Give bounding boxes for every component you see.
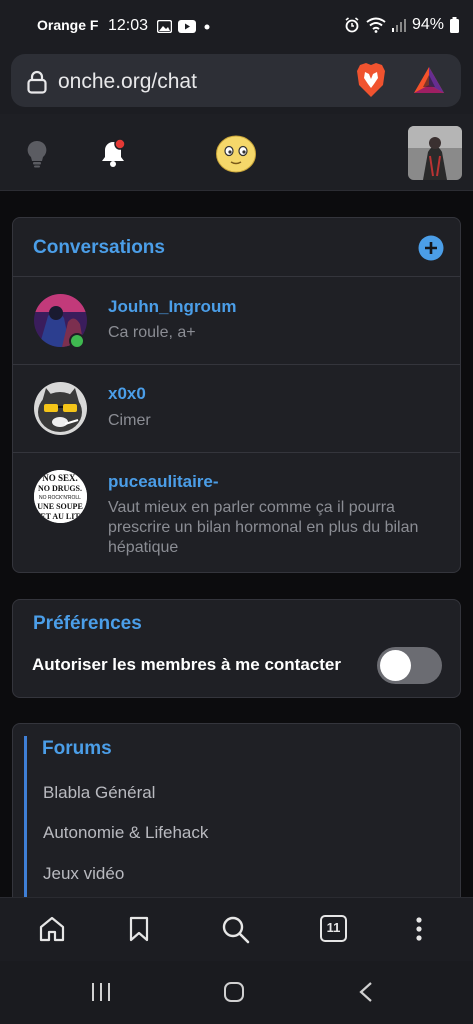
conversations-title: Conversations — [33, 237, 165, 258]
forum-link[interactable]: Blabla Général — [43, 783, 155, 803]
conversation-item[interactable]: NO SEX. NO DRUGS. NO ROCK'N'ROLL UNE SOUPE E… — [13, 453, 460, 573]
forums-card: Forums Blabla Général Autonomie & Lifeha… — [12, 723, 461, 926]
bat-triangle-icon[interactable] — [413, 66, 445, 94]
conversation-name: Jouhn_Ingroum — [108, 297, 237, 316]
conversation-preview: Ca roule, a+ — [108, 324, 196, 341]
conversation-item[interactable]: x0x0 Cimer — [13, 365, 460, 452]
forum-link[interactable]: Autonomie & Lifehack — [43, 823, 208, 843]
svg-text:UNE SOUPE: UNE SOUPE — [37, 502, 83, 511]
forum-link[interactable]: Jeux vidéo — [43, 864, 124, 884]
tab-switcher-button[interactable]: 11 — [320, 915, 347, 942]
clock: 12:03 — [108, 17, 149, 34]
allow-contact-toggle[interactable] — [377, 647, 442, 684]
svg-text:NO DRUGS.: NO DRUGS. — [38, 484, 82, 493]
dot-icon — [204, 24, 210, 30]
conversation-preview: Vaut mieux en parler comme ça il pourra … — [108, 499, 419, 556]
browser-toolbar: onche.org/chat — [0, 52, 473, 114]
browser-bottom-toolbar: 11 — [0, 897, 473, 961]
forums-title: Forums — [42, 738, 112, 759]
home-icon[interactable] — [39, 916, 65, 942]
conversation-name: x0x0 — [108, 384, 146, 403]
brave-lion-icon[interactable] — [356, 62, 386, 98]
address-bar[interactable]: onche.org/chat — [11, 54, 461, 107]
android-navigation-bar — [0, 961, 473, 1024]
signal-icon — [391, 19, 406, 32]
user-avatar[interactable] — [408, 126, 462, 180]
wifi-icon — [366, 17, 386, 33]
svg-text:NO ROCK'N'ROLL: NO ROCK'N'ROLL — [39, 495, 81, 501]
smiley-icon[interactable] — [215, 134, 257, 174]
svg-text:ET AU LIT: ET AU LIT — [40, 512, 80, 521]
plus-circle-icon[interactable] — [418, 235, 444, 261]
battery-icon — [450, 17, 459, 33]
status-bar: Orange F 12:03 94% — [0, 0, 473, 52]
home-circle-icon[interactable] — [223, 981, 245, 1003]
lightbulb-icon[interactable] — [26, 140, 48, 168]
recent-apps-icon[interactable] — [90, 981, 112, 1003]
url-text: onche.org/chat — [58, 70, 197, 93]
online-status-dot — [69, 333, 85, 349]
battery-percent: 94% — [411, 16, 444, 33]
alarm-icon — [345, 17, 359, 33]
search-icon[interactable] — [222, 916, 250, 944]
back-icon[interactable] — [358, 981, 374, 1003]
conversations-card: Conversations Jouhn_Ingroum Ca roule, a+… — [12, 217, 461, 573]
conversation-item[interactable]: Jouhn_Ingroum Ca roule, a+ — [13, 277, 460, 364]
preferences-card: Préférences Autoriser les membres à me c… — [12, 599, 461, 698]
avatar — [34, 382, 87, 435]
svg-text:NO SEX.: NO SEX. — [42, 473, 78, 483]
allow-contact-label: Autoriser les membres à me contacter — [32, 655, 341, 674]
preferences-title: Préférences — [33, 613, 142, 634]
lock-icon — [27, 70, 47, 94]
gallery-icon — [157, 20, 172, 33]
bell-icon[interactable] — [101, 138, 129, 168]
youtube-icon — [178, 20, 196, 33]
bookmark-icon[interactable] — [129, 916, 149, 942]
more-vertical-icon[interactable] — [414, 916, 424, 942]
site-header — [0, 114, 473, 191]
conversation-preview: Cimer — [108, 412, 151, 429]
conversation-name: puceaulitaire- — [108, 472, 219, 491]
avatar: NO SEX. NO DRUGS. NO ROCK'N'ROLL UNE SOUPE E… — [34, 470, 87, 523]
carrier-label: Orange F — [37, 17, 99, 33]
toggle-knob — [380, 650, 411, 681]
